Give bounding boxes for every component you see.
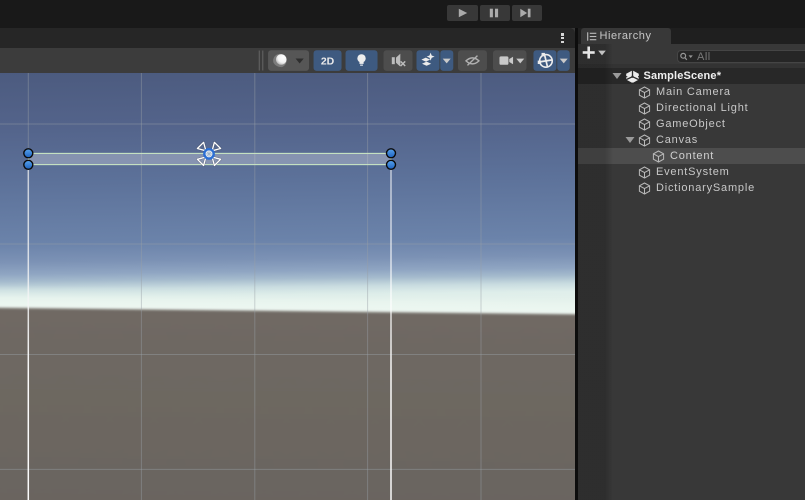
svg-text:2D: 2D <box>321 56 335 67</box>
